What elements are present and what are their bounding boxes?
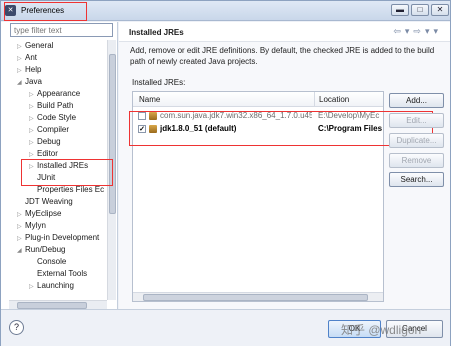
tree-item-plugin-development[interactable]: ▷ Plug-in Development (17, 232, 99, 244)
column-header-name[interactable]: Name (139, 95, 160, 104)
title-annotation-box (4, 2, 87, 21)
tree-item-compiler[interactable]: ▷ Compiler (29, 124, 69, 136)
tree-item-label: Ant (25, 53, 38, 62)
preference-page: Installed JREs ⇦▾⇨▾▾ Add, remove or edit… (119, 22, 450, 309)
maximize-button[interactable]: □ (411, 4, 429, 16)
expand-arrow-icon[interactable]: ▷ (29, 281, 37, 293)
tree-item-label: Console (37, 257, 67, 266)
table-header: Name Location (133, 92, 383, 107)
jre-rows-annotation-box (129, 111, 433, 146)
tree-item-label: Launching (37, 281, 74, 290)
back-arrow-icon[interactable]: ⇦ (393, 26, 405, 36)
help-icon[interactable]: ? (9, 320, 24, 335)
tree-item-label: Run/Debug (25, 245, 66, 254)
tree-item-help[interactable]: ▷ Help (17, 64, 41, 76)
tree-item-label: Properties Files Ec (37, 185, 105, 194)
tree-item-label: Build Path (37, 101, 74, 110)
search-button[interactable]: Search... (389, 172, 444, 187)
forward-arrow-icon[interactable]: ⇨ (413, 26, 425, 36)
page-description: Add, remove or edit JRE definitions. By … (130, 46, 435, 66)
tree-item-java[interactable]: ◢ Java (17, 76, 42, 88)
scrollbar-thumb[interactable] (143, 294, 368, 301)
tree-item-label: Java (25, 77, 42, 86)
tree-item-appearance[interactable]: ▷ Appearance (29, 88, 80, 100)
duplicate-button[interactable]: Duplicate... (389, 133, 444, 148)
column-divider[interactable] (314, 92, 315, 107)
installed-jres-annotation-box (21, 159, 113, 186)
tree-item-run-debug[interactable]: ◢ Run/Debug (17, 244, 65, 256)
tree-item-code-style[interactable]: ▷ Code Style (29, 112, 76, 124)
tree-item-label: MyEclipse (25, 209, 62, 218)
add-button[interactable]: Add... (389, 93, 444, 108)
tree-item-build-path[interactable]: ▷ Build Path (29, 100, 73, 112)
page-navigation[interactable]: ⇦▾⇨▾▾ (393, 26, 442, 37)
scrollbar-thumb[interactable] (109, 54, 116, 214)
tree-item-label: Mylyn (25, 221, 46, 230)
close-button[interactable]: ✕ (431, 4, 449, 16)
filter-input[interactable] (10, 23, 113, 37)
tree-item-myeclipse[interactable]: ▷ MyEclipse (17, 208, 61, 220)
page-header: Installed JREs ⇦▾⇨▾▾ (119, 22, 450, 42)
tree-item-label: Editor (37, 149, 58, 158)
tree-item-label: Help (25, 65, 42, 74)
tree-item-console[interactable]: Console (29, 256, 66, 268)
view-menu-icon[interactable]: ▾ (433, 26, 442, 36)
column-header-location[interactable]: Location (319, 95, 349, 104)
tree-item-ant[interactable]: ▷ Ant (17, 52, 37, 64)
preferences-window: ✕ Preferences ▬ □ ✕ ▷General ▷Ant ▷Help … (0, 0, 451, 346)
dialog-footer: ? OK Cancel 知乎 @wdligon (1, 309, 450, 346)
jres-list-label: Installed JREs: (132, 78, 186, 87)
tree-item-label: Plug-in Development (25, 233, 100, 242)
tree-item-label: Code Style (37, 113, 77, 122)
tree-item-label: Appearance (37, 89, 81, 98)
tree-item-general[interactable]: ▷ General (17, 40, 53, 52)
remove-button[interactable]: Remove (389, 153, 444, 168)
minimize-button[interactable]: ▬ (391, 4, 409, 16)
tree-item-jdt-weaving[interactable]: JDT Weaving (17, 196, 73, 208)
tree-item-label: Debug (37, 137, 61, 146)
scrollbar-thumb[interactable] (17, 302, 87, 309)
page-title: Installed JREs (129, 28, 184, 37)
collapse-arrow-icon[interactable]: ◢ (17, 77, 25, 89)
title-bar[interactable]: ✕ Preferences ▬ □ ✕ (1, 1, 450, 21)
tree-item-debug[interactable]: ▷ Debug (29, 136, 61, 148)
tree-item-external-tools[interactable]: External Tools (29, 268, 87, 280)
tree-item-label: JDT Weaving (25, 197, 73, 206)
tree-item-label: External Tools (37, 269, 88, 278)
tree-item-label: General (25, 41, 54, 50)
table-horizontal-scrollbar[interactable] (133, 292, 383, 301)
watermark: 知乎 @wdligon (341, 323, 422, 337)
edit-button[interactable]: Edit... (389, 113, 444, 128)
tree-horizontal-scrollbar[interactable] (9, 300, 107, 309)
tree-item-label: Compiler (37, 125, 70, 134)
collapse-arrow-icon[interactable]: ◢ (17, 245, 25, 257)
tree-item-launching[interactable]: ▷ Launching (29, 280, 74, 292)
tree-item-mylyn[interactable]: ▷ Mylyn (17, 220, 46, 232)
